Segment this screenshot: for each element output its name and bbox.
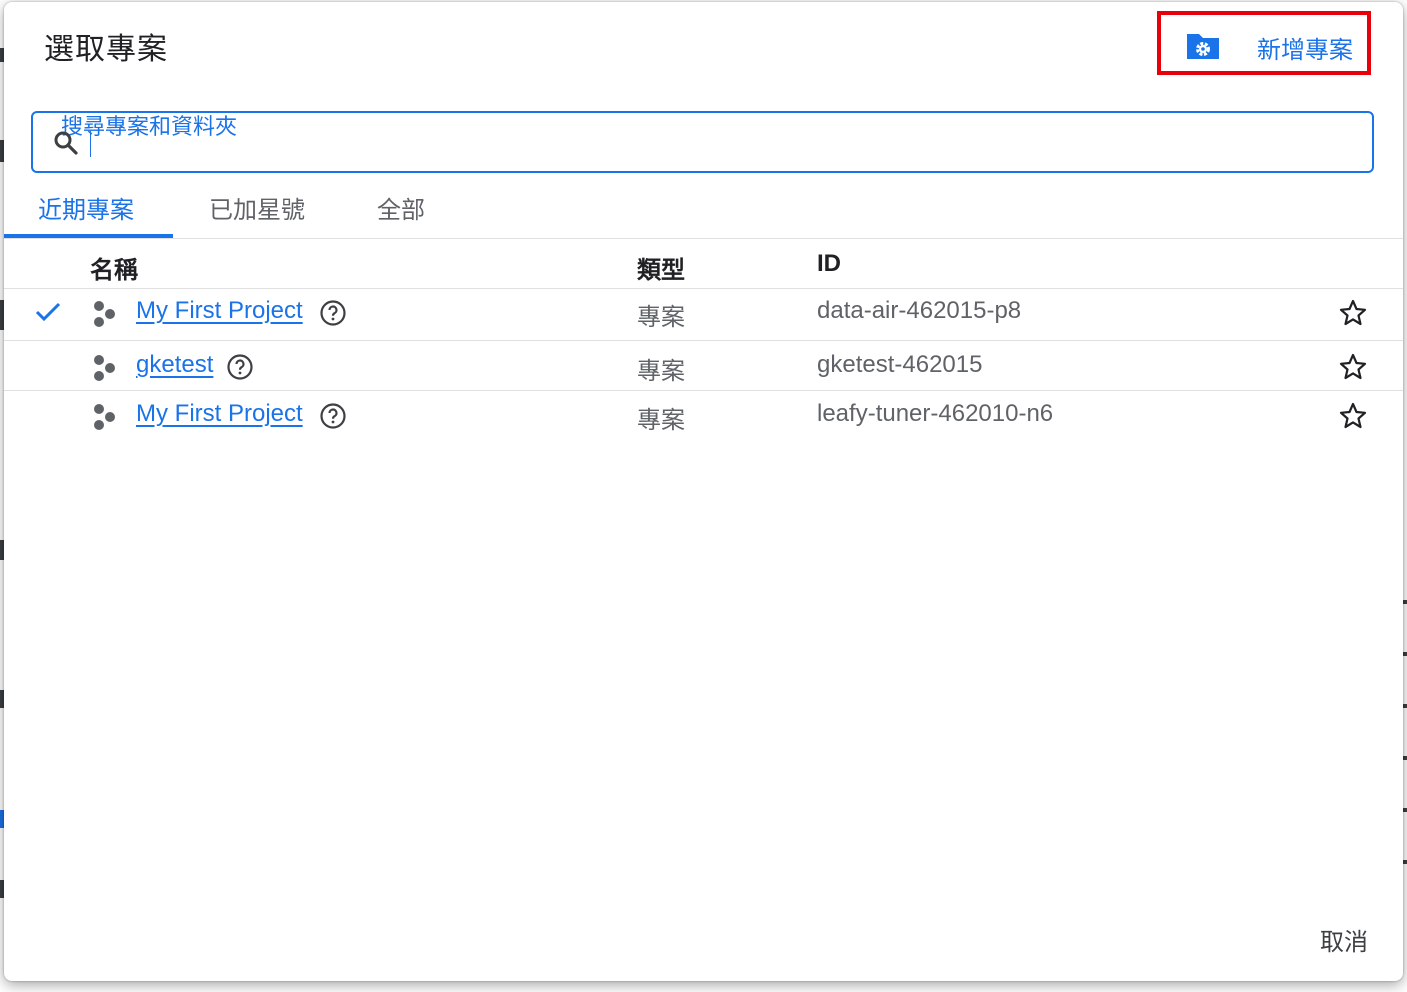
project-name-link[interactable]: My First Project: [136, 400, 303, 428]
project-hexagons-icon: [94, 301, 115, 327]
background-fragment: [1403, 600, 1407, 604]
background-fragment: [1403, 808, 1407, 812]
table-row[interactable]: gketest 專案 gketest-462015: [4, 342, 1403, 391]
project-type: 專案: [637, 304, 685, 331]
check-icon: [35, 302, 61, 322]
project-name-link[interactable]: gketest: [136, 351, 213, 379]
folder-gear-icon: [1187, 34, 1219, 59]
project-type: 專案: [637, 358, 685, 385]
background-fragment: [1403, 860, 1407, 864]
tab-all[interactable]: 全部: [377, 190, 425, 225]
new-project-button[interactable]: 新增專案: [1157, 11, 1371, 75]
table-header: 名稱 類型 ID: [4, 239, 1403, 289]
project-hexagons-icon: [94, 355, 115, 381]
background-fragment: [1403, 704, 1407, 708]
column-header-name: 名稱: [90, 257, 138, 284]
tab-starred[interactable]: 已加星號: [209, 190, 305, 225]
star-outline-icon[interactable]: [1338, 401, 1368, 431]
help-circle-icon[interactable]: [226, 353, 254, 381]
star-outline-icon[interactable]: [1338, 352, 1368, 382]
table-row[interactable]: My First Project 專案 data-air-462015-p8: [4, 288, 1403, 341]
search-input[interactable]: [89, 129, 1349, 159]
project-id: gketest-462015: [817, 351, 983, 378]
project-id: leafy-tuner-462010-n6: [817, 400, 1054, 427]
column-header-type: 類型: [637, 257, 685, 284]
search-field[interactable]: 搜尋專案和資料夾: [31, 111, 1374, 173]
select-project-dialog: 選取專案 新增專案 搜尋專案和資料夾 近期專案 已加星號 全部 名稱 類型 ID: [4, 2, 1403, 981]
tab-recent-projects[interactable]: 近期專案: [38, 190, 134, 225]
help-circle-icon[interactable]: [319, 402, 347, 430]
search-icon: [54, 131, 78, 155]
background-fragment: [1403, 652, 1407, 656]
background-fragment: [1403, 756, 1407, 760]
tab-bar: 近期專案 已加星號 全部: [4, 180, 1403, 239]
help-circle-icon[interactable]: [319, 299, 347, 327]
column-header-id: ID: [817, 250, 841, 277]
project-name-link[interactable]: My First Project: [136, 297, 303, 325]
project-hexagons-icon: [94, 404, 115, 430]
new-project-label: 新增專案: [1257, 37, 1353, 64]
dialog-title: 選取專案: [44, 33, 168, 66]
cancel-button[interactable]: 取消: [1302, 917, 1386, 961]
text-caret: [90, 131, 91, 157]
active-tab-indicator: [4, 234, 173, 238]
project-type: 專案: [637, 407, 685, 434]
project-id: data-air-462015-p8: [817, 297, 1022, 324]
star-outline-icon[interactable]: [1338, 298, 1368, 328]
table-row[interactable]: My First Project 專案 leafy-tuner-462010-n…: [4, 391, 1403, 443]
